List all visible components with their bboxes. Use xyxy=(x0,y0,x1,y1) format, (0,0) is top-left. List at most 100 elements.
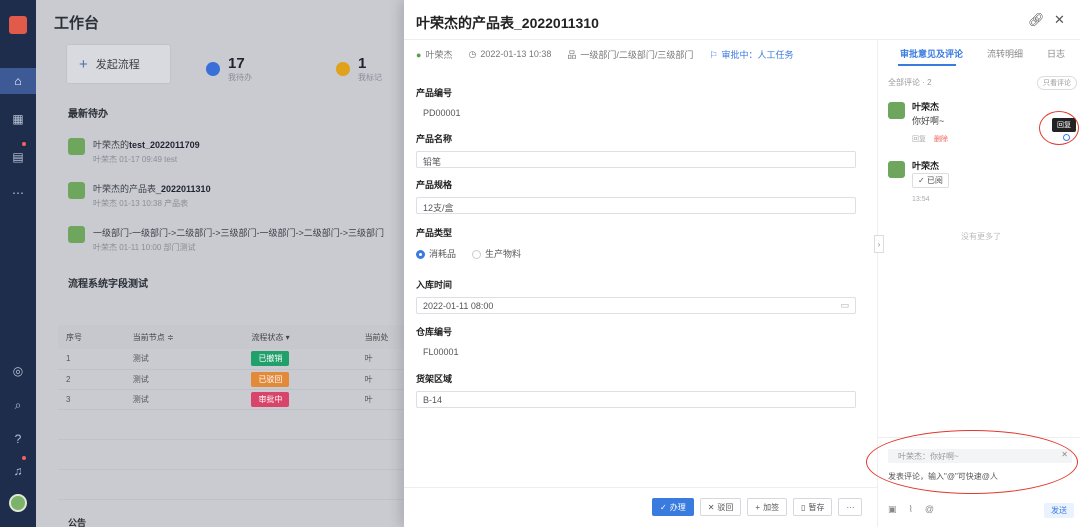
bell-icon[interactable]: ♫ xyxy=(11,464,25,478)
footer-divider xyxy=(404,487,877,488)
stat-label: 我待办 xyxy=(228,73,252,82)
cell-no: 1 xyxy=(58,349,125,370)
meta-status-value[interactable]: 人工任务 xyxy=(758,50,794,60)
field-name: 产品名称 铅笔 xyxy=(416,132,856,168)
task-title: 叶荣杰的 xyxy=(93,140,130,150)
list-item[interactable]: 一级部门-一级部门->二级部门->三级部门-一级部门->二级部门->三级部门 叶… xyxy=(68,226,384,253)
radio-label: 生产物料 xyxy=(485,249,522,259)
button-label: 暂存 xyxy=(808,502,825,512)
table-row[interactable]: 2 测试 已驳回 叶 xyxy=(58,369,440,390)
list-item[interactable]: 叶荣杰的产品表_2022011310 叶荣杰 01-13 10:38 产品表 xyxy=(68,182,211,209)
column-header[interactable]: 流程状态 ▾ xyxy=(243,325,357,349)
attachment-icon[interactable]: ⌇ xyxy=(909,504,913,515)
composer-tools: ▣ ⌇ @ xyxy=(888,504,934,515)
x-icon: ✕ xyxy=(707,502,715,512)
active-tab-underline xyxy=(898,64,956,66)
help-icon[interactable]: ? xyxy=(11,432,25,446)
button-label: 加签 xyxy=(763,502,780,512)
comment-item: 叶荣杰 ✓ 已阅 13:54 xyxy=(888,159,1068,209)
section-pending-title: 最新待办 xyxy=(68,109,108,120)
task-title-bold: 2022011310 xyxy=(161,184,211,194)
more-icon[interactable]: ⋯ xyxy=(11,186,25,200)
meta-status-label: 审批中： xyxy=(721,50,758,60)
user-avatar[interactable] xyxy=(9,494,27,512)
stat-value: 1 xyxy=(358,55,367,72)
approved-badge: ✓ 已阅 xyxy=(912,173,949,188)
tab-log[interactable]: 日志 xyxy=(1047,47,1065,60)
list-item[interactable]: 叶荣杰的test_2022011709 叶荣杰 01-17 09:49 test xyxy=(68,138,200,165)
clock-icon xyxy=(206,62,220,76)
field-spec: 产品规格 12支/盒 xyxy=(416,178,856,214)
cell-node: 测试 xyxy=(124,349,244,370)
close-icon[interactable]: ✕ xyxy=(1054,12,1065,28)
only-comments-toggle[interactable]: 只看评论 xyxy=(1037,76,1077,90)
stat-pending[interactable]: 17 我待办 xyxy=(206,55,252,83)
annotation-ring-composer xyxy=(866,430,1078,494)
table-row[interactable]: 3 测试 审批中 叶 xyxy=(58,389,440,410)
header-divider xyxy=(404,39,1080,40)
document-icon[interactable]: ▤ xyxy=(11,150,25,164)
stat-label: 我标记 xyxy=(358,73,382,82)
no-more-text: 没有更多了 xyxy=(961,232,1001,241)
image-icon[interactable]: ▣ xyxy=(888,504,897,515)
column-header[interactable]: 当前节点 ≑ xyxy=(124,325,244,349)
field-label: 产品名称 xyxy=(416,134,453,144)
target-icon[interactable]: ◎ xyxy=(11,364,25,378)
save-draft-button[interactable]: ▯ 暂存 xyxy=(793,498,833,516)
radio-consumable[interactable]: 消耗品 xyxy=(416,247,456,260)
start-process-button[interactable]: + 发起流程 xyxy=(66,44,171,84)
name-input[interactable]: 铅笔 xyxy=(416,151,856,168)
app-logo xyxy=(9,16,27,34)
radio-production[interactable]: 生产物料 xyxy=(472,247,521,260)
handle-button[interactable]: ✓ 办理 xyxy=(652,498,694,516)
avatar xyxy=(68,138,85,155)
calendar-icon[interactable]: ▭ xyxy=(840,300,849,311)
comment-time: 13:54 xyxy=(912,196,930,203)
home-icon[interactable]: ⌂ xyxy=(0,68,36,94)
avatar xyxy=(68,226,85,243)
clock-icon: ◷ xyxy=(468,49,477,59)
spec-input[interactable]: 12支/盒 xyxy=(416,197,856,214)
shelf-input[interactable]: B-14 xyxy=(416,391,856,408)
time-value: 2022-01-11 08:00 xyxy=(423,301,494,311)
field-value: FL00001 xyxy=(423,347,459,357)
field-label: 产品编号 xyxy=(416,88,453,98)
collapse-toggle-icon[interactable]: › xyxy=(874,235,884,253)
apps-grid-icon[interactable]: ▦ xyxy=(11,112,25,126)
link-icon[interactable]: 🔗︎ xyxy=(1028,12,1045,28)
field-type: 产品类型 消耗品 生产物料 xyxy=(416,226,856,260)
button-label: 驳回 xyxy=(717,502,734,512)
more-button[interactable]: ··· xyxy=(838,498,863,516)
time-input[interactable]: 2022-01-11 08:00 ▭ xyxy=(416,297,856,314)
tab-flow[interactable]: 流转明细 xyxy=(987,47,1023,60)
mention-icon[interactable]: @ xyxy=(925,504,934,515)
org-icon: 品 xyxy=(567,50,577,60)
table-row[interactable]: 1 测试 已撤销 叶 xyxy=(58,349,440,370)
comment-delete-link[interactable]: 删除 xyxy=(934,136,948,143)
add-sign-button[interactable]: + 加签 xyxy=(747,498,788,516)
stat-marked[interactable]: 1 我标记 xyxy=(336,55,382,83)
task-title-bold: test_2022011709 xyxy=(129,140,200,150)
field-shelf: 货架区域 B-14 xyxy=(416,372,856,408)
avatar xyxy=(888,161,905,178)
field-value: PD00001 xyxy=(423,108,461,118)
status-icon: ⚐ xyxy=(709,50,718,60)
annotation-ring-reply xyxy=(1039,111,1079,145)
field-warehouse: 仓库编号 FL00001 xyxy=(416,325,856,357)
radio-label: 消耗品 xyxy=(429,249,457,259)
reject-button[interactable]: ✕ 驳回 xyxy=(699,498,742,516)
send-button[interactable]: 发送 xyxy=(1044,503,1074,518)
cell-no: 3 xyxy=(58,389,125,410)
status-badge: 已驳回 xyxy=(251,371,290,387)
task-meta: 叶荣杰 01-17 09:49 test xyxy=(93,155,178,164)
plus-icon: + xyxy=(755,502,761,512)
search-icon[interactable]: ⌕ xyxy=(11,398,25,412)
bell-dot xyxy=(22,456,26,460)
comment-reply-link[interactable]: 回复 xyxy=(912,136,926,143)
column-header[interactable]: 序号 xyxy=(58,325,125,349)
action-buttons: ✓ 办理 ✕ 驳回 + 加签 ▯ 暂存 ··· xyxy=(652,498,863,516)
avatar xyxy=(888,102,905,119)
field-label: 入库时间 xyxy=(416,280,453,290)
meta-dept: 一级部门/二级部门/三级部门 xyxy=(580,50,694,60)
tab-comments[interactable]: 审批意见及评论 xyxy=(900,47,963,60)
